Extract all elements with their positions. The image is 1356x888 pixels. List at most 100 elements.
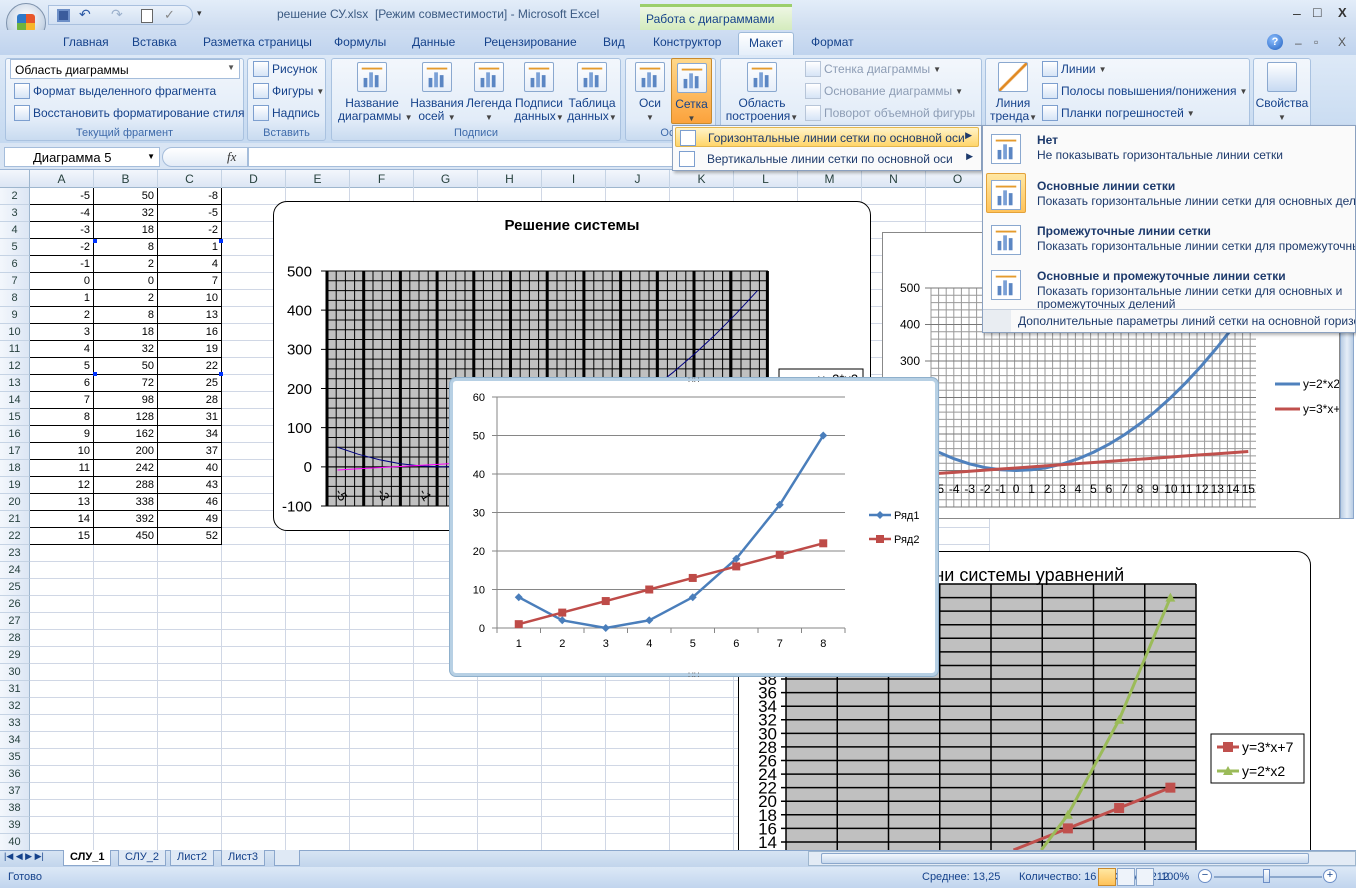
row-header-21[interactable]: 21 xyxy=(0,511,30,528)
cell-B8[interactable]: 2 xyxy=(94,290,158,307)
row-header-24[interactable]: 24 xyxy=(0,562,30,579)
cell-A29[interactable] xyxy=(30,647,94,664)
cell-A22[interactable]: 15 xyxy=(30,528,94,545)
minimize-app-button[interactable]: – xyxy=(1293,5,1301,21)
cell-C4[interactable]: -2 xyxy=(158,222,222,239)
row-header-35[interactable]: 35 xyxy=(0,749,30,766)
cell-H35[interactable] xyxy=(478,749,542,766)
axes-button[interactable]: Оси ▼ xyxy=(632,60,668,124)
cell-J34[interactable] xyxy=(606,732,670,749)
cell-B28[interactable] xyxy=(94,630,158,647)
tab-formulas[interactable]: Формулы xyxy=(334,35,386,49)
data-table-button[interactable]: Таблица данных▼ xyxy=(566,60,618,124)
row-header-39[interactable]: 39 xyxy=(0,817,30,834)
cell-A15[interactable]: 8 xyxy=(30,409,94,426)
row-header-3[interactable]: 3 xyxy=(0,205,30,222)
cell-B15[interactable]: 128 xyxy=(94,409,158,426)
cell-E39[interactable] xyxy=(286,817,350,834)
cell-K35[interactable] xyxy=(670,749,734,766)
row-header-2[interactable]: 2 xyxy=(0,188,30,205)
cell-G40[interactable] xyxy=(414,834,478,851)
column-header-L[interactable]: L xyxy=(734,170,798,188)
cell-K34[interactable] xyxy=(670,732,734,749)
cell-B19[interactable]: 288 xyxy=(94,477,158,494)
error-bars-button[interactable]: Планки погрешностей ▼ xyxy=(1042,105,1195,121)
cell-A5[interactable]: -2 xyxy=(30,239,94,256)
cell-B35[interactable] xyxy=(94,749,158,766)
cell-E30[interactable] xyxy=(286,664,350,681)
cell-B27[interactable] xyxy=(94,613,158,630)
cell-C2[interactable]: -8 xyxy=(158,188,222,205)
cell-B32[interactable] xyxy=(94,698,158,715)
cell-K33[interactable] xyxy=(670,715,734,732)
cell-A10[interactable]: 3 xyxy=(30,324,94,341)
cell-A14[interactable]: 7 xyxy=(30,392,94,409)
cell-H33[interactable] xyxy=(478,715,542,732)
cell-A28[interactable] xyxy=(30,630,94,647)
cell-F31[interactable] xyxy=(350,681,414,698)
row-header-6[interactable]: 6 xyxy=(0,256,30,273)
help-icon[interactable]: ? xyxy=(1267,34,1283,50)
cell-G33[interactable] xyxy=(414,715,478,732)
cell-J38[interactable] xyxy=(606,800,670,817)
cell-C17[interactable]: 37 xyxy=(158,443,222,460)
cell-A25[interactable] xyxy=(30,579,94,596)
page-layout-view-button[interactable] xyxy=(1117,868,1135,886)
cell-B13[interactable]: 72 xyxy=(94,375,158,392)
cell-A39[interactable] xyxy=(30,817,94,834)
column-header-N[interactable]: N xyxy=(862,170,926,188)
cell-C11[interactable]: 19 xyxy=(158,341,222,358)
minimize-workbook-button[interactable]: – xyxy=(1295,36,1302,50)
row-header-40[interactable]: 40 xyxy=(0,834,30,851)
cell-G34[interactable] xyxy=(414,732,478,749)
cell-D36[interactable] xyxy=(222,766,286,783)
cell-F24[interactable] xyxy=(350,562,414,579)
tab-chart-layout[interactable]: Макет xyxy=(738,32,794,56)
cell-B5[interactable]: 8 xyxy=(94,239,158,256)
cell-C22[interactable]: 52 xyxy=(158,528,222,545)
row-header-37[interactable]: 37 xyxy=(0,783,30,800)
cell-N2[interactable] xyxy=(862,188,926,205)
cell-C35[interactable] xyxy=(158,749,222,766)
zoom-slider-thumb[interactable] xyxy=(1263,869,1270,883)
cell-K38[interactable] xyxy=(670,800,734,817)
cell-B20[interactable]: 338 xyxy=(94,494,158,511)
check-icon[interactable]: ✓ xyxy=(164,7,175,23)
textbox-button[interactable]: Надпись xyxy=(253,105,320,121)
cell-A30[interactable] xyxy=(30,664,94,681)
cell-D27[interactable] xyxy=(222,613,286,630)
column-header-O[interactable]: O xyxy=(926,170,990,188)
zoom-level[interactable]: 100% xyxy=(1161,871,1189,883)
cell-A11[interactable]: 4 xyxy=(30,341,94,358)
up-down-bars-button[interactable]: Полосы повышения/понижения ▼ xyxy=(1042,83,1247,99)
cell-A3[interactable]: -4 xyxy=(30,205,94,222)
cell-D22[interactable] xyxy=(222,528,286,545)
cell-H31[interactable] xyxy=(478,681,542,698)
row-header-30[interactable]: 30 xyxy=(0,664,30,681)
reset-style-button[interactable]: Восстановить форматирование стиля xyxy=(14,105,245,121)
tab-page-layout[interactable]: Разметка страницы xyxy=(203,35,312,49)
cell-J37[interactable] xyxy=(606,783,670,800)
cell-H32[interactable] xyxy=(478,698,542,715)
cell-D25[interactable] xyxy=(222,579,286,596)
cell-G31[interactable] xyxy=(414,681,478,698)
cell-A12[interactable]: 5 xyxy=(30,358,94,375)
column-header-K[interactable]: K xyxy=(670,170,734,188)
chart-title-button[interactable]: Название диаграммы ▼ xyxy=(338,60,413,124)
cell-B36[interactable] xyxy=(94,766,158,783)
column-header-M[interactable]: M xyxy=(798,170,862,188)
cell-A27[interactable] xyxy=(30,613,94,630)
range-selection-handle[interactable] xyxy=(219,239,223,243)
cell-F38[interactable] xyxy=(350,800,414,817)
cell-B11[interactable]: 32 xyxy=(94,341,158,358)
cell-F33[interactable] xyxy=(350,715,414,732)
close-app-button[interactable]: X xyxy=(1338,5,1347,20)
cell-A21[interactable]: 14 xyxy=(30,511,94,528)
row-header-27[interactable]: 27 xyxy=(0,613,30,630)
column-header-D[interactable]: D xyxy=(222,170,286,188)
row-header-38[interactable]: 38 xyxy=(0,800,30,817)
cell-O3[interactable] xyxy=(926,205,990,222)
cell-G32[interactable] xyxy=(414,698,478,715)
cell-B24[interactable] xyxy=(94,562,158,579)
cell-B22[interactable]: 450 xyxy=(94,528,158,545)
